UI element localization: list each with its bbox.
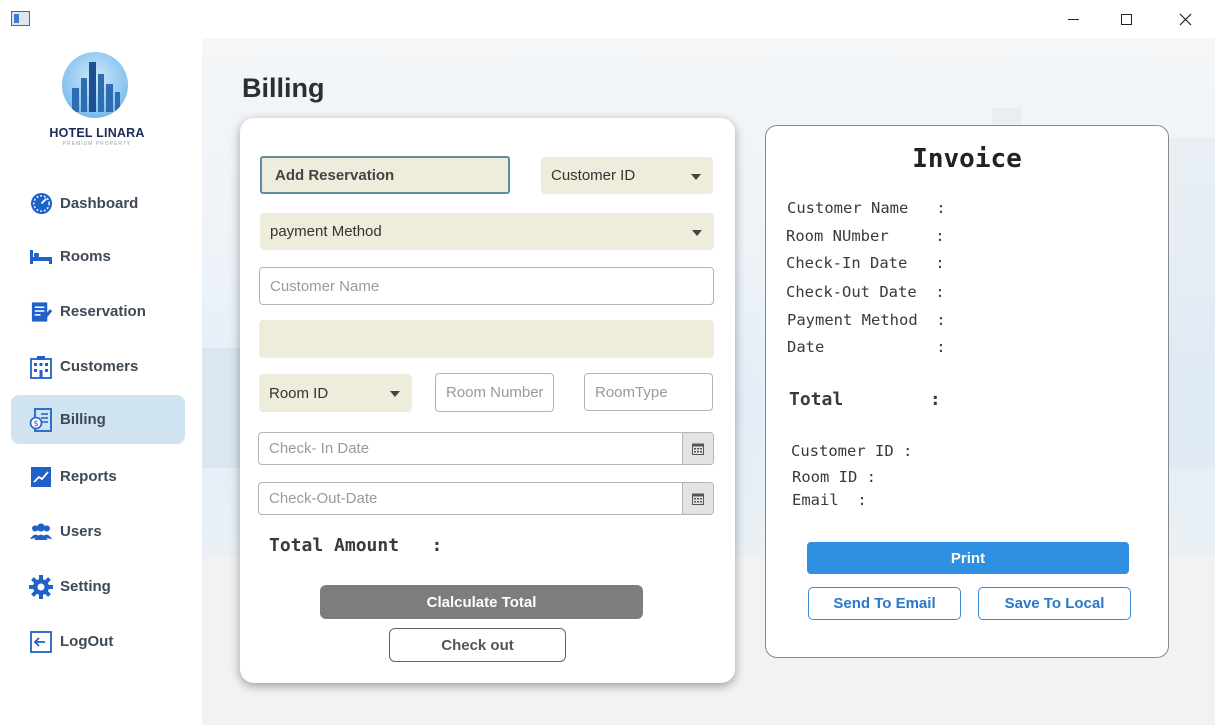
sidebar-item-customers[interactable]: Customers bbox=[11, 342, 185, 391]
calendar-icon[interactable] bbox=[682, 433, 713, 464]
sidebar-item-label: LogOut bbox=[60, 633, 114, 650]
invoice-check-in: Check-In Date : bbox=[786, 254, 945, 272]
invoice-check-out: Check-Out Date : bbox=[786, 283, 945, 301]
customer-name-placeholder: Customer Name bbox=[270, 277, 380, 295]
chart-icon bbox=[29, 465, 53, 489]
invoice-customer-id: Customer ID : bbox=[791, 442, 913, 460]
invoice-room-number: Room NUmber : bbox=[786, 227, 945, 245]
logout-icon bbox=[29, 630, 53, 654]
invoice-card: Invoice Customer Name : Room NUmber : Ch… bbox=[765, 125, 1169, 658]
room-id-select-value: Room ID bbox=[269, 384, 329, 402]
chevron-down-icon bbox=[692, 229, 702, 236]
room-id-select[interactable]: Room ID bbox=[259, 374, 412, 412]
invoice-customer-name: Customer Name : bbox=[787, 199, 946, 217]
close-icon[interactable] bbox=[1162, 6, 1208, 32]
sidebar-item-label: Reservation bbox=[60, 303, 146, 320]
sidebar-item-reservation[interactable]: Reservation bbox=[11, 287, 185, 336]
invoice-title: Invoice bbox=[912, 144, 1022, 174]
send-to-email-button[interactable]: Send To Email bbox=[808, 587, 961, 620]
info-field[interactable] bbox=[259, 320, 714, 358]
sidebar-item-dashboard[interactable]: Dashboard bbox=[11, 179, 185, 228]
check-in-date-picker[interactable]: Check- In Date bbox=[258, 432, 714, 465]
payment-method-select-value: payment Method bbox=[270, 223, 382, 240]
chevron-down-icon bbox=[390, 391, 400, 397]
customer-id-select-value: Customer ID bbox=[551, 167, 636, 184]
room-number-placeholder: Room Number bbox=[446, 384, 544, 401]
brand-tagline: PREMIUM PROPERTY bbox=[62, 141, 132, 147]
sidebar-item-label: Dashboard bbox=[60, 195, 139, 212]
hotel-logo: HOTEL LINARA PREMIUM PROPERTY bbox=[42, 52, 152, 152]
bed-icon bbox=[29, 245, 53, 269]
users-icon bbox=[29, 520, 53, 544]
sidebar-item-rooms[interactable]: Rooms bbox=[11, 232, 185, 281]
invoice-payment-method: Payment Method : bbox=[787, 311, 946, 329]
minimize-icon[interactable] bbox=[1050, 6, 1096, 32]
sidebar-item-users[interactable]: Users bbox=[11, 507, 185, 556]
sidebar: HOTEL LINARA PREMIUM PROPERTY Dashboard … bbox=[0, 38, 202, 725]
speedometer-icon bbox=[29, 192, 53, 216]
payment-method-select[interactable]: payment Method bbox=[260, 213, 714, 250]
calendar-icon[interactable] bbox=[682, 483, 713, 514]
sidebar-item-label: Customers bbox=[60, 358, 139, 375]
invoice-total: Total : bbox=[789, 389, 941, 410]
invoice-room-id: Room ID : bbox=[792, 468, 876, 486]
sidebar-item-logout[interactable]: LogOut bbox=[11, 617, 185, 666]
sidebar-item-billing[interactable]: $ Billing bbox=[11, 395, 185, 444]
check-out-button[interactable]: Check out bbox=[389, 628, 566, 662]
chevron-down-icon bbox=[691, 173, 701, 180]
sidebar-item-label: Rooms bbox=[60, 248, 111, 265]
check-out-placeholder: Check-Out-Date bbox=[269, 490, 378, 507]
add-reservation-button[interactable]: Add Reservation bbox=[260, 156, 510, 194]
room-type-input[interactable]: RoomType bbox=[584, 373, 713, 411]
customer-id-select[interactable]: Customer ID bbox=[541, 157, 713, 194]
invoice-email: Email : bbox=[792, 491, 867, 509]
customer-name-input[interactable]: Customer Name bbox=[259, 267, 714, 305]
sidebar-item-label: Users bbox=[60, 523, 102, 540]
gear-icon bbox=[29, 574, 53, 599]
sidebar-item-label: Setting bbox=[60, 578, 111, 595]
page-title: Billing bbox=[242, 73, 325, 103]
check-in-placeholder: Check- In Date bbox=[269, 440, 370, 457]
room-type-placeholder: RoomType bbox=[595, 383, 668, 401]
check-out-date-picker[interactable]: Check-Out-Date bbox=[258, 482, 714, 515]
room-number-input[interactable]: Room Number bbox=[435, 373, 554, 412]
save-to-local-button[interactable]: Save To Local bbox=[978, 587, 1131, 620]
sidebar-item-reports[interactable]: Reports bbox=[11, 452, 185, 501]
bill-icon: $ bbox=[29, 407, 53, 432]
sidebar-item-label: Billing bbox=[60, 411, 106, 428]
building-icon bbox=[29, 355, 53, 379]
clipboard-edit-icon bbox=[29, 300, 53, 324]
calculate-total-button[interactable]: Clalculate Total bbox=[320, 585, 643, 619]
main-content: Billing Add Reservation Customer ID paym… bbox=[202, 38, 1215, 725]
brand-name: HOTEL LINARA bbox=[49, 126, 145, 140]
sidebar-item-label: Reports bbox=[60, 468, 117, 485]
sidebar-item-setting[interactable]: Setting bbox=[11, 562, 185, 611]
total-amount-label: Total Amount : bbox=[269, 535, 443, 556]
invoice-date: Date : bbox=[787, 338, 946, 356]
maximize-icon[interactable] bbox=[1103, 6, 1149, 32]
app-icon bbox=[11, 11, 30, 26]
billing-form-card: Add Reservation Customer ID payment Meth… bbox=[240, 118, 735, 683]
svg-text:$: $ bbox=[33, 419, 38, 428]
window-titlebar bbox=[0, 0, 1215, 38]
print-button[interactable]: Print bbox=[807, 542, 1129, 574]
hotel-logo-icon bbox=[62, 52, 128, 118]
